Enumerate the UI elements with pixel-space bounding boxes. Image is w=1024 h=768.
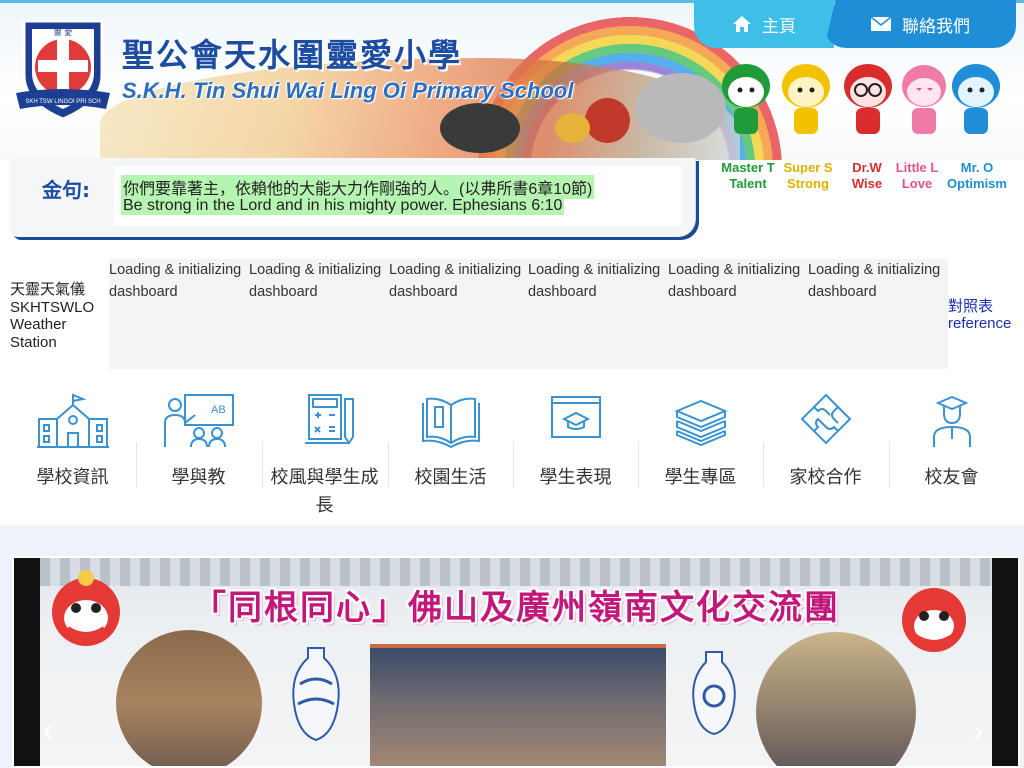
menu-item-school-culture[interactable]: 校風與學生成長: [262, 385, 387, 520]
menu-item-student-performance[interactable]: 學生表現: [513, 385, 638, 520]
photo-center: [370, 644, 666, 766]
main-menu: 學校資訊 AB 學與教 校風與學生成長 校園生活 學生表現 學生專區 家校合作 …: [0, 385, 1024, 520]
mail-icon: [870, 16, 892, 31]
mascot-little-l: [902, 65, 946, 134]
verse-english: Be strong in the Lord and in his mighty …: [121, 197, 565, 215]
school-name-english: S.K.H. Tin Shui Wai Ling Oi Primary Scho…: [122, 78, 574, 103]
slide-image: 「同根同心」佛山及廣州嶺南文化交流團: [40, 558, 992, 766]
school-building-icon: [36, 393, 109, 448]
lion-dance-right-decoration: [902, 588, 966, 652]
menu-label: 校友會: [924, 467, 979, 487]
calculator-icon: [304, 394, 354, 445]
mascot-master-t: [722, 64, 770, 134]
elephant-decoration: [636, 73, 726, 143]
slider-next-arrow[interactable]: ›: [968, 710, 988, 750]
top-nav: 主頁 聯絡我們: [694, 0, 1024, 48]
mascot-mr-o: [952, 64, 1000, 134]
nav-home-tab[interactable]: 主頁: [694, 0, 834, 48]
school-logo[interactable]: 靈 愛 SKH TSW LINGOI PRI SCH: [16, 15, 110, 121]
weather-loading-cell: Loading & initializing dashboard: [249, 262, 382, 300]
fox-decoration: [585, 98, 630, 143]
blue-vase-decoration: [692, 651, 736, 736]
menu-item-school-info[interactable]: 學校資訊: [10, 385, 135, 520]
weather-loading-cell: Loading & initializing dashboard: [528, 262, 661, 300]
bull-decoration: [440, 103, 520, 153]
logo-text-bottom: SKH TSW LINGOI PRI SCH: [25, 99, 100, 105]
blue-vase-decoration: [292, 647, 340, 742]
photo-right: [756, 632, 916, 766]
menu-item-home-school[interactable]: 家校合作: [763, 385, 888, 520]
menu-item-alumni[interactable]: 校友會: [889, 385, 1014, 520]
graduation-screen-icon: [550, 396, 601, 438]
stacked-books-icon: [673, 399, 728, 447]
home-icon: [733, 16, 751, 32]
open-book-icon: [421, 397, 480, 449]
menu-label: 學與教: [171, 467, 226, 487]
nav-contact-tab[interactable]: 聯絡我們: [824, 0, 1016, 48]
mascot-super-s: [782, 64, 830, 134]
teacher-board-icon: AB: [163, 394, 234, 448]
slide-title: 「同根同心」佛山及廣州嶺南文化交流團: [192, 588, 840, 628]
nav-contact-label: 聯絡我們: [902, 16, 970, 36]
bird-decoration: [555, 113, 590, 143]
menu-item-student-zone[interactable]: 學生專區: [638, 385, 763, 520]
school-name-chinese: 聖公會天水圍靈愛小學: [122, 36, 463, 74]
menu-item-teaching[interactable]: AB 學與教: [136, 385, 261, 520]
menu-label: 學生專區: [664, 467, 737, 487]
graduate-person-icon: [932, 395, 971, 447]
weather-station-title: 天靈天氣儀 SKHTSWLO Weather Station: [10, 281, 95, 351]
weather-loading-cell: Loading & initializing dashboard: [109, 262, 242, 300]
verse-chinese: 你們要靠著主，依賴他的大能大力作剛強的人。(以弗所書6章10節): [121, 175, 595, 199]
news-slider[interactable]: 「同根同心」佛山及廣州嶺南文化交流團: [12, 556, 1020, 768]
weather-loading-cell: Loading & initializing dashboard: [668, 262, 801, 300]
reference-link[interactable]: 對照表 reference: [948, 298, 1011, 332]
weather-loading-cell: Loading & initializing dashboard: [389, 262, 522, 300]
mascot-dr-w: [844, 64, 892, 134]
weather-loading-cell: Loading & initializing dashboard: [808, 262, 941, 300]
puzzle-diamond-icon: [800, 393, 851, 445]
lion-dance-left-decoration: [52, 570, 120, 646]
menu-label: 校園生活: [414, 467, 487, 487]
menu-label: 家校合作: [789, 467, 862, 487]
slider-prev-arrow[interactable]: ‹: [38, 710, 58, 750]
menu-label: 學校資訊: [36, 467, 109, 487]
mascot-group: [716, 62, 1016, 160]
nav-home-label: 主頁: [762, 16, 796, 36]
menu-item-campus-life[interactable]: 校園生活: [388, 385, 513, 520]
svg-text:AB: AB: [211, 404, 226, 416]
mascot-label-mr-o: Mr. O Optimism: [947, 160, 1007, 191]
photo-left: [116, 630, 262, 766]
verse-label: 金句:: [42, 178, 90, 202]
menu-label: 校風與學生成長: [270, 467, 379, 515]
menu-label: 學生表現: [539, 467, 612, 487]
logo-text-top: 靈 愛: [54, 27, 73, 37]
